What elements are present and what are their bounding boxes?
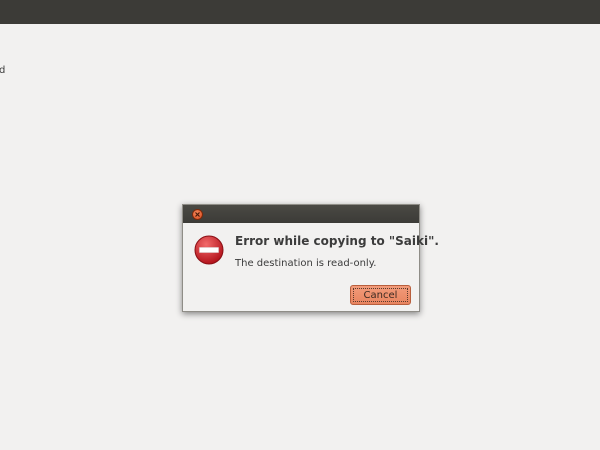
error-icon <box>194 235 224 265</box>
dialog-titlebar[interactable] <box>183 205 419 223</box>
screen: d Error while copying to "Saiki". The de… <box>0 0 600 450</box>
cancel-button[interactable]: Cancel <box>350 285 411 305</box>
background-text: d <box>0 65 6 76</box>
dialog-title: Error while copying to "Saiki". <box>235 234 439 248</box>
dialog-message: The destination is read-only. <box>235 258 377 269</box>
error-dialog: Error while copying to "Saiki". The dest… <box>182 204 439 312</box>
close-icon <box>195 212 200 217</box>
close-button[interactable] <box>192 209 203 220</box>
top-panel <box>0 0 600 24</box>
cancel-button-label: Cancel <box>363 289 398 301</box>
